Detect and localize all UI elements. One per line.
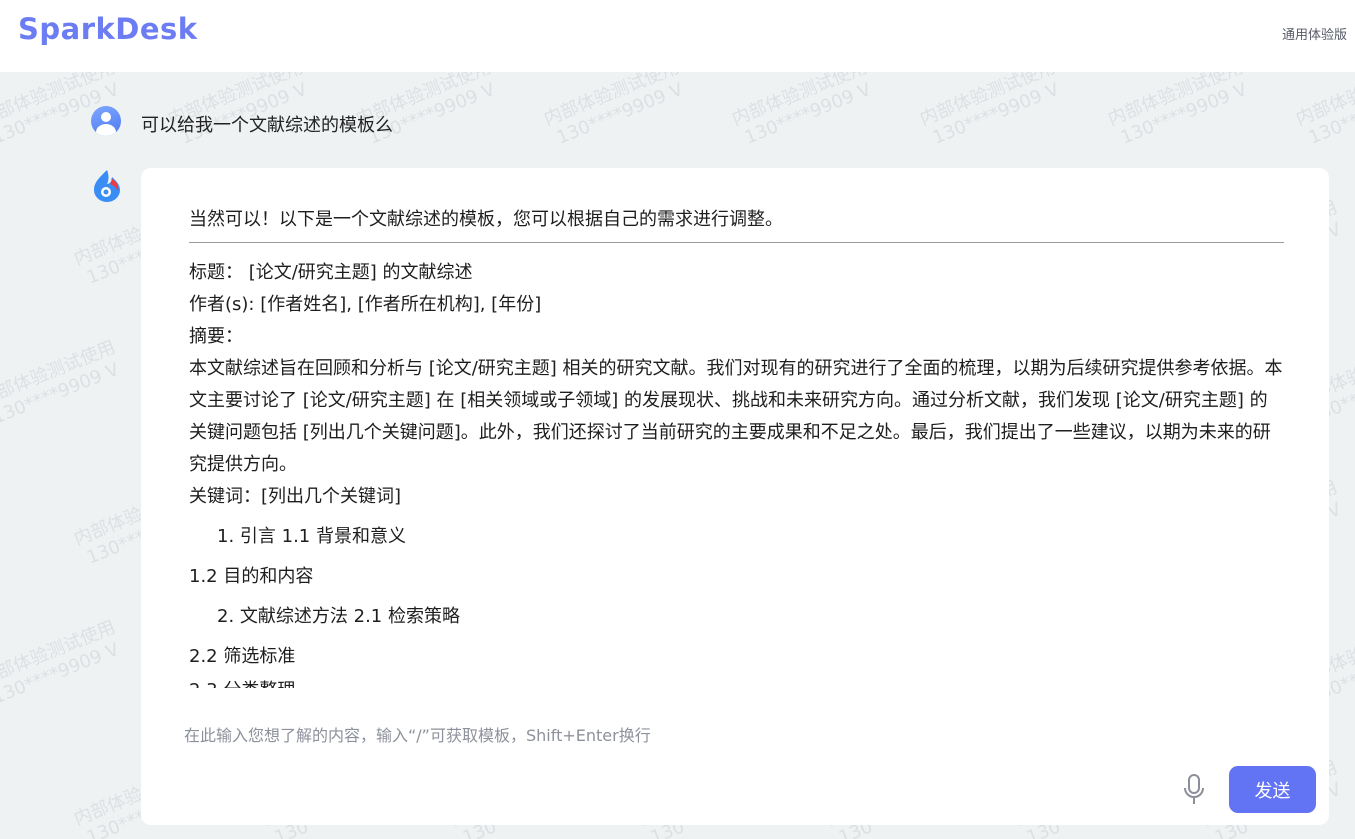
- edition-label: 通用体验版: [1281, 28, 1347, 43]
- answer-outline-item-2: 2. 文献综述方法 2.1 检索策略: [217, 606, 460, 627]
- avatar-head: [101, 112, 111, 122]
- answer-outline-item-2-2: 2.2 筛选标准: [189, 646, 296, 667]
- answer-outline-item-1-2: 1.2 目的和内容: [189, 566, 314, 587]
- answer-divider: [189, 242, 1284, 243]
- microphone-icon[interactable]: [1181, 773, 1207, 807]
- watermark-text: 内部体验测试使用130****9909 V: [729, 72, 875, 149]
- answer-card: 当然可以！以下是一个文献综述的模板，您可以根据自己的需求进行调整。 标题： [论…: [141, 168, 1329, 825]
- brand-logo[interactable]: SparkDesk: [18, 12, 198, 46]
- top-bar: SparkDesk 通用体验版: [0, 0, 1355, 72]
- answer-content: 当然可以！以下是一个文献综述的模板，您可以根据自己的需求进行调整。 标题： [论…: [189, 204, 1284, 709]
- answer-scroll-cutoff: [141, 688, 1329, 708]
- answer-abstract-text: 本文献综述旨在回顾和分析与 [论文/研究主题] 相关的研究文献。我们对现有的研究…: [189, 358, 1283, 475]
- answer-outline-item-1: 1. 引言 1.1 背景和意义: [217, 526, 406, 547]
- answer-intro: 当然可以！以下是一个文献综述的模板，您可以根据自己的需求进行调整。: [189, 209, 783, 230]
- watermark-text: 内部体验测试使用130****9909 V: [541, 72, 687, 149]
- avatar-shoulder: [96, 124, 116, 136]
- watermark-text: 内部体验测试使用130****9909 V: [0, 616, 123, 709]
- answer-author-line: 作者(s): [作者姓名], [作者所在机构], [年份]: [189, 294, 542, 315]
- answer-title-line: 标题： [论文/研究主题] 的文献综述: [189, 262, 473, 283]
- chat-input[interactable]: 在此输入您想了解的内容，输入“/”可获取模板，Shift+Enter换行: [184, 722, 651, 746]
- spark-flame-icon: [91, 169, 123, 203]
- user-avatar-icon: [91, 106, 121, 136]
- send-button[interactable]: 发送: [1229, 766, 1316, 813]
- answer-keywords-line: 关键词：[列出几个关键词]: [189, 486, 402, 507]
- watermark-text: 内部体验测试使用130****9909 V: [1105, 72, 1251, 149]
- watermark-text: 内部体验测试使用130****9909 V: [917, 72, 1063, 149]
- watermark-text: 内部体验测试使用130****9909 V: [0, 336, 123, 429]
- watermark-text: 内部体验测试使用130****9909 V: [1293, 72, 1355, 149]
- user-message: 可以给我一个文献综述的模板么: [141, 115, 393, 136]
- answer-abstract-label: 摘要：: [189, 326, 243, 347]
